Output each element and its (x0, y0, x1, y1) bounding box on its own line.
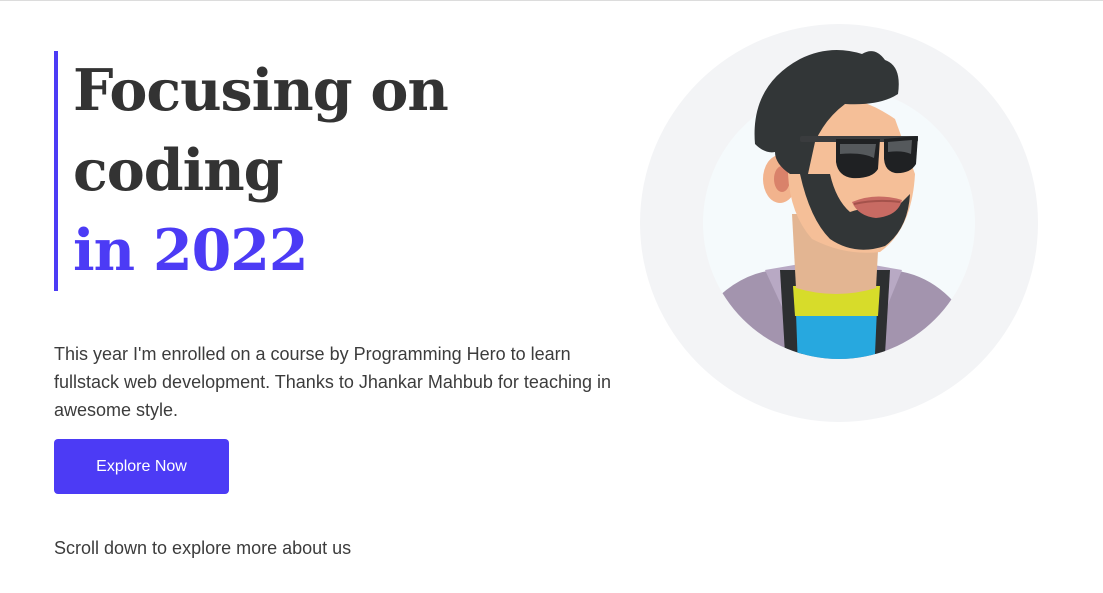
developer-avatar-icon (640, 24, 1038, 422)
hero-title-highlight: in 2022 (73, 217, 309, 284)
hero-title: Focusing on coding in 2022 (54, 51, 494, 291)
scroll-hint: Scroll down to explore more about us (54, 538, 352, 558)
top-divider (0, 0, 1103, 1)
explore-now-button[interactable]: Explore Now (54, 439, 229, 494)
hero-description: This year I'm enrolled on a course by Pr… (54, 344, 611, 420)
hero-title-line-1: Focusing on (73, 57, 449, 124)
hero-title-line-2: coding (73, 137, 284, 204)
avatar (640, 24, 1038, 422)
